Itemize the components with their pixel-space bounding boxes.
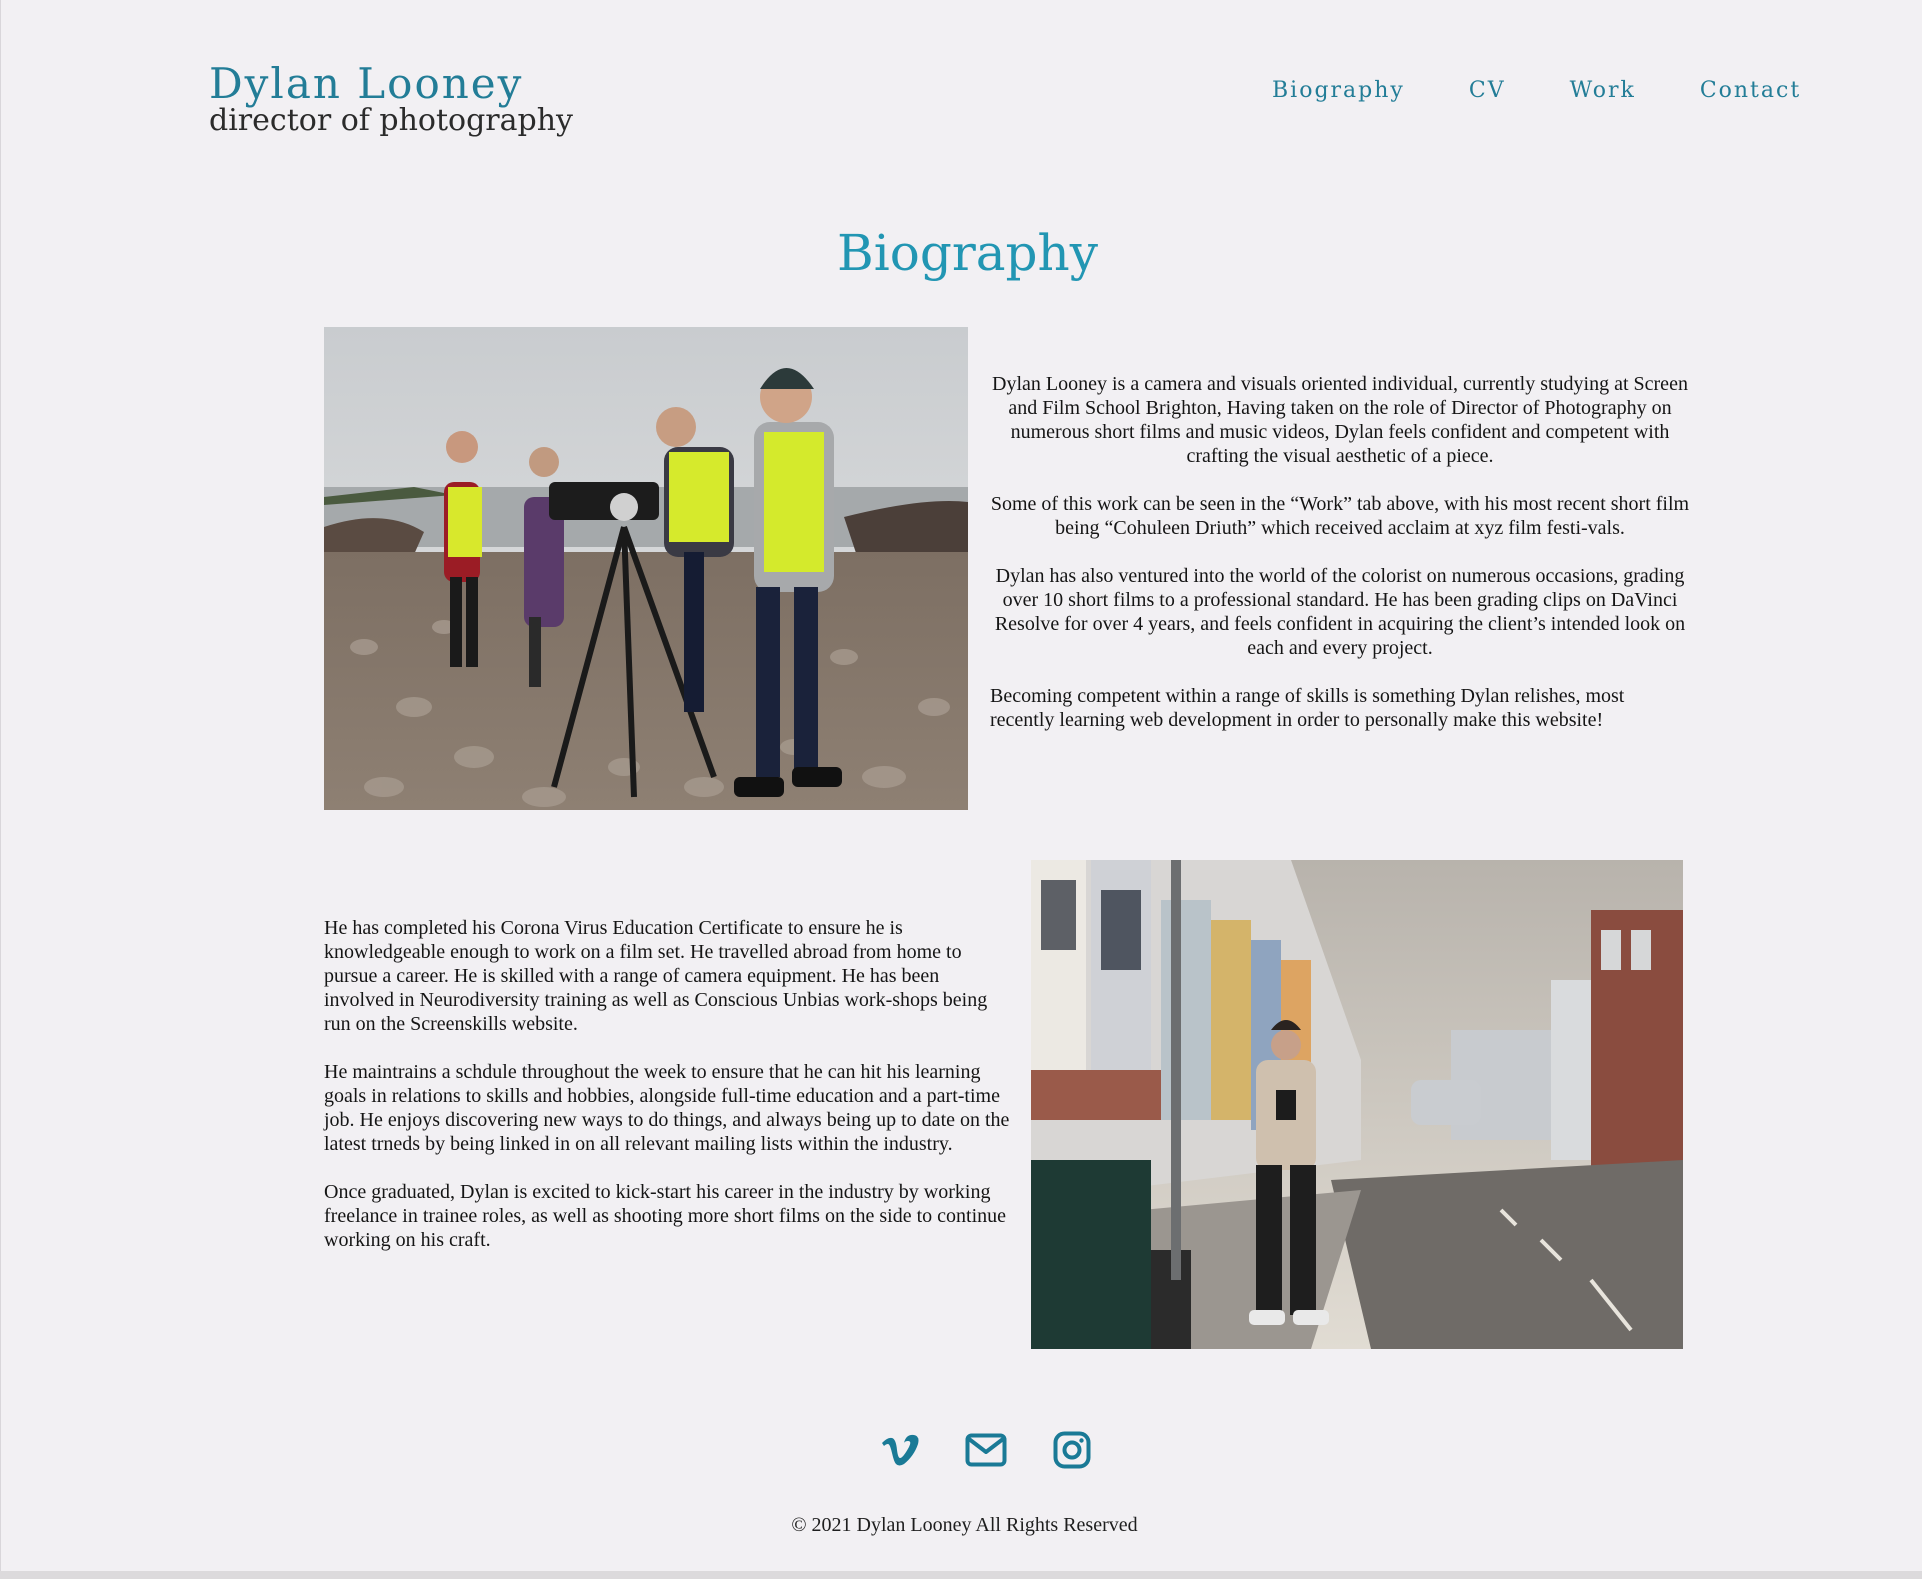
brand[interactable]: Dylan Looney director of photography — [209, 58, 573, 138]
vimeo-icon[interactable] — [878, 1428, 922, 1472]
main-nav: Biography CV Work Contact — [1272, 76, 1801, 106]
bio-paragraph: Becoming competent within a range of ski… — [990, 685, 1625, 731]
bio-paragraph: Some of this work can be seen in the “Wo… — [990, 493, 1690, 539]
nav-contact[interactable]: Contact — [1700, 76, 1801, 106]
page-frame-bottom — [0, 1571, 1922, 1579]
bio-paragraph: Dylan Looney is a camera and visuals ori… — [992, 373, 1688, 467]
nav-cv[interactable]: CV — [1469, 76, 1506, 106]
instagram-icon[interactable] — [1050, 1428, 1094, 1472]
copyright-text: © 2021 Dylan Looney All Rights Reserved — [791, 1514, 1138, 1536]
site-tagline: director of photography — [209, 103, 573, 138]
mail-icon[interactable] — [964, 1428, 1008, 1472]
bio-paragraph: He maintrains a schdule throughout the w… — [324, 1061, 1010, 1155]
street-portrait-photo — [1031, 860, 1683, 1349]
page-title: Biography — [836, 224, 1098, 282]
film-crew-beach-photo — [324, 327, 968, 810]
bio-section-2: He has completed his Corona Virus Educat… — [324, 916, 1014, 1276]
nav-work[interactable]: Work — [1570, 76, 1636, 106]
nav-biography[interactable]: Biography — [1272, 76, 1405, 106]
bio-paragraph: Dylan has also ventured into the world o… — [994, 565, 1686, 659]
bio-section-1: Dylan Looney is a camera and visuals ori… — [990, 372, 1690, 756]
bio-paragraph: He has completed his Corona Virus Educat… — [324, 917, 988, 1035]
social-links — [878, 1428, 1094, 1472]
bio-paragraph: Once graduated, Dylan is excited to kick… — [324, 1181, 1007, 1251]
